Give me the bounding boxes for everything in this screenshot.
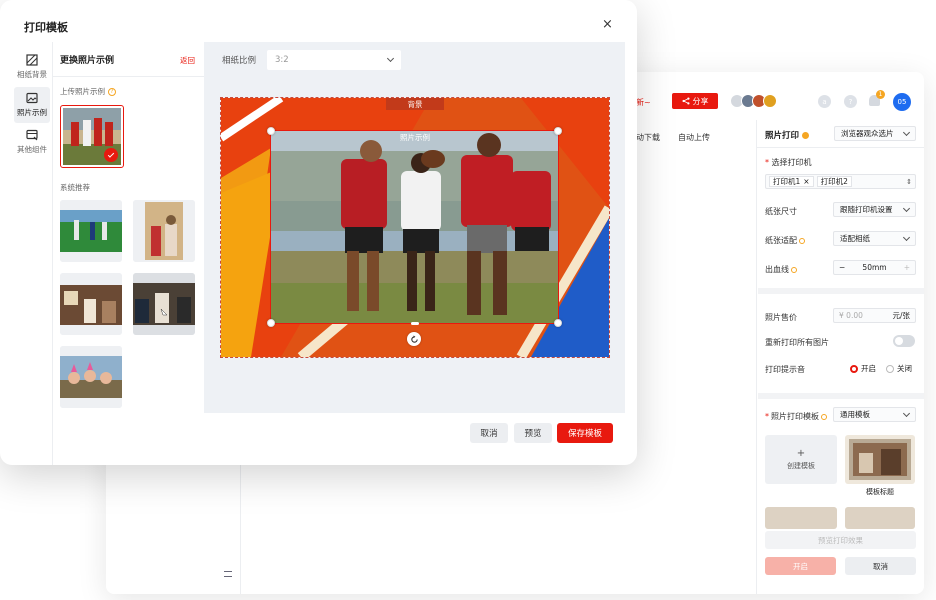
info-icon	[821, 413, 827, 420]
component-icon	[26, 129, 38, 141]
nav-divider	[52, 42, 53, 465]
cancel-button[interactable]: 取消	[470, 423, 508, 443]
mode-select[interactable]: 浏览器观众选片	[834, 126, 916, 141]
template-settings: * 照片打印模板 通用模板 + 创建模板 模板标题 预览打印效果 开启 取消	[757, 399, 924, 594]
chevron-down-icon	[902, 128, 911, 136]
radio-unchecked-icon	[886, 364, 894, 373]
auto-download-toggle[interactable]: 动下载	[636, 132, 660, 143]
paper-ratio-select[interactable]: 3:2	[267, 50, 401, 70]
price-input[interactable]: ¥ 0.00 元/张	[833, 308, 916, 323]
template-card[interactable]	[845, 507, 915, 529]
nav-item-components[interactable]: 其他组件	[14, 124, 50, 160]
modal-title: 打印模板	[24, 21, 68, 34]
create-template-button[interactable]: + 创建模板	[765, 435, 837, 484]
recommended-photo[interactable]	[60, 346, 122, 408]
resize-handle-top-right[interactable]	[554, 127, 562, 135]
chevron-down-icon	[902, 204, 911, 212]
sound-on-radio[interactable]: 开启	[850, 363, 876, 374]
background-icon	[26, 54, 38, 66]
template-label: 照片打印模板	[771, 412, 819, 421]
chevron-down-icon	[902, 233, 911, 241]
member-avatars[interactable]	[730, 94, 777, 108]
bleed-value[interactable]: 50mm	[862, 263, 886, 272]
sort-icon: ⇕	[906, 177, 912, 186]
upload-toolbar: 动下载 自动上传	[636, 132, 710, 143]
info-icon	[799, 237, 805, 244]
radio-checked-icon	[850, 364, 858, 373]
start-button[interactable]: 开启	[765, 557, 836, 575]
back-link[interactable]: 返回	[180, 55, 195, 66]
nav-item-photo[interactable]: 照片示例	[14, 87, 50, 123]
auto-upload-toggle[interactable]: 自动上传	[678, 132, 710, 143]
printer-label: 选择打印机	[771, 158, 812, 167]
help-icon[interactable]: ?	[844, 95, 857, 108]
panel-title: 照片打印	[765, 131, 800, 141]
template-card[interactable]	[765, 507, 837, 529]
avatar	[763, 94, 777, 108]
notification-badge: 1	[876, 90, 885, 99]
paper-fit-select[interactable]: 适配相纸	[833, 231, 916, 246]
chevron-down-icon	[386, 54, 395, 63]
increment-button[interactable]: +	[904, 263, 910, 272]
decrement-button[interactable]: −	[839, 263, 845, 272]
printer-tag[interactable]: 打印机2	[816, 176, 852, 187]
language-icon[interactable]: a	[818, 95, 831, 108]
photo-icon	[26, 92, 38, 104]
user-avatar[interactable]: 05	[893, 93, 911, 111]
info-icon	[802, 131, 810, 139]
collapse-menu-icon[interactable]	[224, 571, 232, 577]
notice-text: 新~	[636, 98, 651, 107]
printer-tag[interactable]: 打印机1 ×	[769, 176, 814, 187]
sound-label: 打印提示音	[765, 365, 805, 374]
template-select[interactable]: 通用模板	[833, 407, 916, 422]
paper-ratio-label: 相纸比例	[222, 56, 257, 66]
close-icon[interactable]: ×	[602, 17, 613, 32]
resize-handle-bottom-right[interactable]	[554, 319, 562, 327]
template-card[interactable]	[845, 435, 915, 484]
share-button[interactable]: 分享	[672, 93, 718, 109]
cancel-button[interactable]: 取消	[845, 557, 916, 575]
selected-check-icon	[104, 148, 118, 162]
remove-tag-icon[interactable]: ×	[803, 177, 809, 186]
sound-off-radio[interactable]: 关闭	[886, 363, 912, 374]
background-tag: 背景	[386, 98, 444, 110]
printer-select[interactable]: 打印机1 × 打印机2 ⇕	[765, 174, 916, 189]
recommended-photo[interactable]	[60, 200, 122, 262]
template-thumbnail	[849, 439, 911, 480]
preview-print-button[interactable]: 预览打印效果	[765, 531, 916, 549]
resize-handle-top-left[interactable]	[267, 127, 275, 135]
save-template-button[interactable]: 保存模板	[557, 423, 613, 443]
nav-item-background[interactable]: 相纸背景	[14, 49, 50, 85]
recommend-label: 系统推荐	[60, 183, 90, 192]
recommended-photo[interactable]	[60, 273, 122, 335]
preview-button[interactable]: 预览	[514, 423, 552, 443]
recommended-photo[interactable]	[133, 200, 195, 262]
bleed-label: 出血线	[765, 265, 789, 274]
share-icon	[681, 97, 690, 105]
plus-icon: +	[796, 448, 806, 459]
info-icon	[791, 266, 797, 273]
template-title: 模板标题	[866, 488, 894, 496]
photo-sample-image	[271, 131, 558, 323]
canvas-area: 相纸比例 3:2 背景 照片示例	[204, 42, 625, 413]
help-icon[interactable]: ?	[108, 87, 116, 96]
resize-handle-bottom[interactable]	[411, 322, 419, 325]
paper-fit-label: 纸张适配	[765, 236, 797, 245]
bleed-stepper[interactable]: − 50mm +	[833, 260, 916, 275]
panel-title: 更换照片示例	[60, 56, 115, 66]
rotate-icon[interactable]	[407, 332, 421, 346]
reprint-toggle[interactable]	[893, 335, 915, 347]
reprint-label: 重新打印所有图片	[765, 338, 829, 347]
photo-sample-frame[interactable]	[270, 130, 559, 324]
paper-size-select[interactable]: 跟随打印机设置	[833, 202, 916, 217]
print-template-modal: 打印模板 × 相纸背景 照片示例 其他组件 更换照片示例 返回 上传照片示例 ?…	[0, 0, 637, 465]
resize-handle-bottom-left[interactable]	[267, 319, 275, 327]
paper-size-label: 纸张尺寸	[765, 207, 797, 216]
upload-label: 上传照片示例	[60, 87, 105, 96]
chevron-down-icon	[902, 409, 911, 417]
sales-settings: 照片售价 ¥ 0.00 元/张 重新打印所有图片 打印提示音 开启 关闭	[757, 294, 924, 394]
photo-sample-tag: 照片示例	[400, 133, 430, 142]
recommended-photo[interactable]	[133, 273, 195, 335]
price-label: 照片售价	[765, 313, 797, 322]
